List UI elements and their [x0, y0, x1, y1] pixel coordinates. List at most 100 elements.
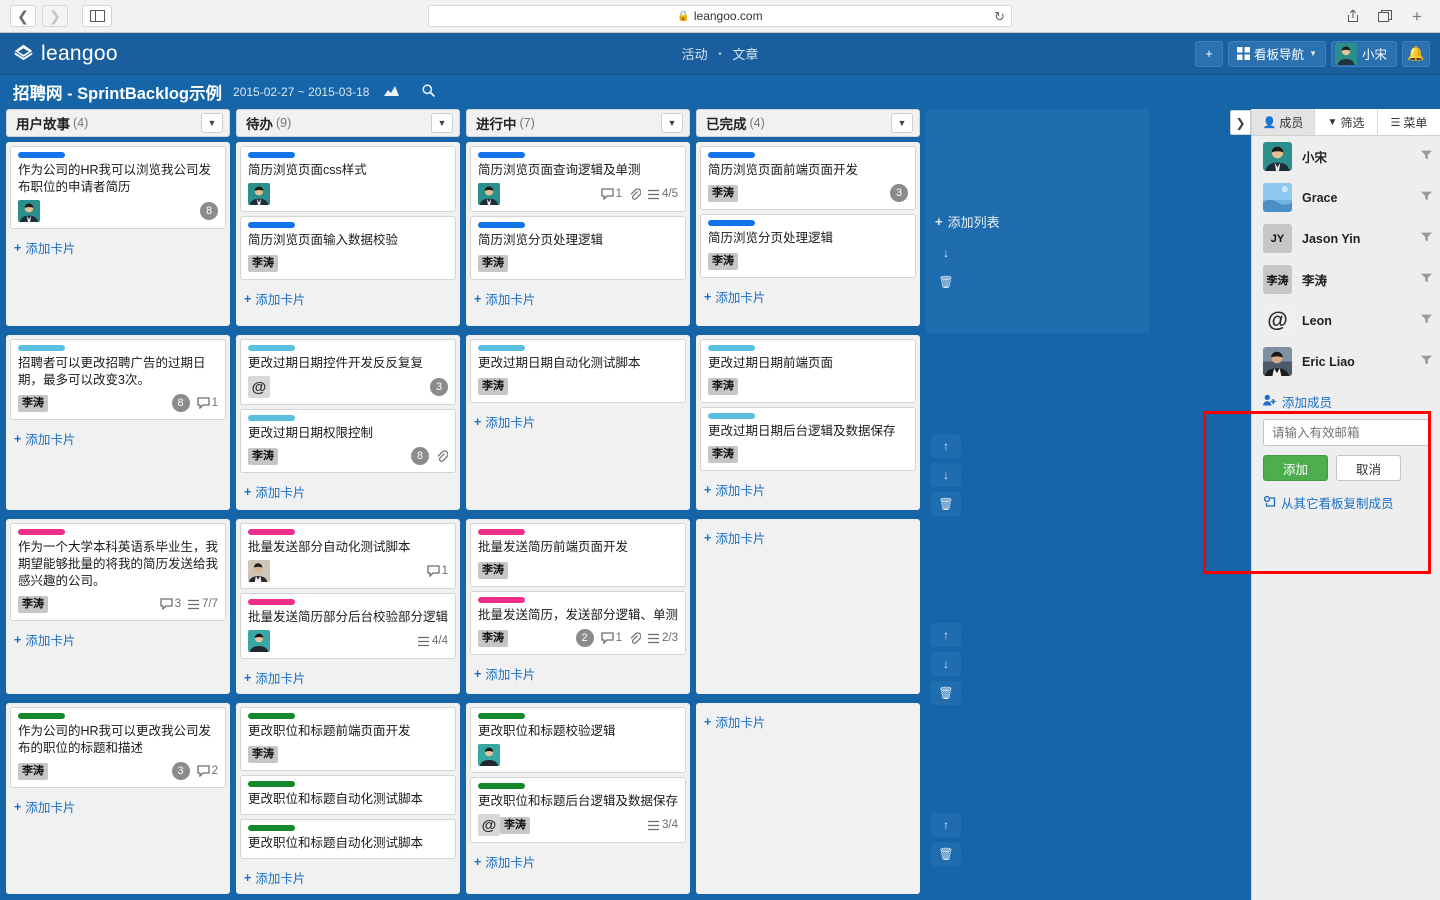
list-collapse-button[interactable]: ▼	[661, 113, 683, 133]
add-card-button[interactable]: + 添加卡片	[700, 475, 916, 502]
card[interactable]: 作为一个大学本科英语系毕业生，我期望能够批量的将我的简历发送给我感兴趣的公司。李…	[10, 523, 226, 621]
card[interactable]: 更改职位和标题校验逻辑	[470, 707, 686, 773]
nav-link-articles[interactable]: 文章	[732, 47, 758, 62]
member-filter-icon[interactable]	[1421, 355, 1432, 368]
member-filter-icon[interactable]	[1421, 232, 1432, 245]
card[interactable]: 简历浏览页面css样式	[240, 146, 456, 212]
member-row[interactable]: @ Leon	[1252, 300, 1440, 341]
move-lane-down-button[interactable]: ↓	[931, 652, 961, 676]
card[interactable]: 简历浏览分页处理逻辑 李涛	[470, 216, 686, 280]
card[interactable]: 更改过期日期控件开发反反复复 @3	[240, 339, 456, 405]
member-row[interactable]: 李涛 李涛	[1252, 259, 1440, 300]
card-attachment-icon	[629, 631, 641, 645]
delete-lane-button[interactable]: 🗑	[931, 492, 961, 516]
card[interactable]: 批量发送简历部分后台校验部分逻辑 4/4	[240, 593, 456, 659]
sidebar-toggle-button[interactable]	[82, 5, 112, 27]
member-filter-icon[interactable]	[1421, 314, 1432, 327]
add-card-button[interactable]: + 添加卡片	[10, 233, 226, 260]
add-card-button[interactable]: + 添加卡片	[240, 863, 456, 890]
back-button[interactable]: ❮	[10, 5, 36, 27]
copy-members-link[interactable]: 从其它看板复制成员	[1263, 493, 1429, 512]
add-card-button[interactable]: + 添加卡片	[470, 284, 686, 311]
add-card-button[interactable]: + 添加卡片	[700, 707, 916, 734]
list-collapse-button[interactable]: ▼	[201, 113, 223, 133]
forward-button[interactable]: ❯	[42, 5, 68, 27]
chart-icon[interactable]	[384, 85, 400, 100]
tab-members[interactable]: 👤 成员	[1252, 109, 1315, 135]
card[interactable]: 更改职位和标题自动化测试脚本	[240, 775, 456, 815]
card[interactable]: 作为公司的HR我可以浏览我公司发布职位的申请者简历 8	[10, 146, 226, 229]
list-collapse-button[interactable]: ▼	[431, 113, 453, 133]
member-row[interactable]: 小宋	[1252, 136, 1440, 177]
card[interactable]: 简历浏览页面查询逻辑及单测 1 4/5	[470, 146, 686, 212]
list-header[interactable]: 待办 (9) ▼	[236, 109, 460, 137]
delete-lane-button[interactable]: 🗑	[931, 842, 961, 866]
add-card-button[interactable]: + 添加卡片	[240, 663, 456, 690]
card[interactable]: 更改过期日期前端页面 李涛	[700, 339, 916, 403]
add-card-button[interactable]: + 添加卡片	[470, 659, 686, 686]
user-menu-button[interactable]: 小宋	[1330, 40, 1397, 67]
card[interactable]: 批量发送简历，发送部分逻辑、单测 李涛 2 1 2/3	[470, 591, 686, 655]
search-icon[interactable]	[422, 84, 436, 100]
move-lane-up-button[interactable]: ↑	[931, 813, 961, 837]
logo[interactable]: leangoo	[0, 42, 118, 66]
add-card-button[interactable]: + 添加卡片	[700, 523, 916, 550]
list-header[interactable]: 已完成 (4) ▼	[696, 109, 920, 137]
chevron-down-icon: ▼	[437, 118, 447, 128]
card[interactable]: 更改过期日期权限控制 李涛 8	[240, 409, 456, 473]
card[interactable]: 简历浏览页面输入数据校验 李涛	[240, 216, 456, 280]
add-card-button[interactable]: + 添加卡片	[470, 407, 686, 434]
move-lane-up-button[interactable]: ↑	[931, 434, 961, 458]
card[interactable]: 招聘者可以更改招聘广告的过期日期，最多可以改变3次。 李涛 8 1	[10, 339, 226, 420]
add-list-button[interactable]: + 添加列表	[926, 109, 1150, 333]
card[interactable]: 批量发送部分自动化测试脚本 1	[240, 523, 456, 589]
nav-link-activity[interactable]: 活动	[682, 47, 708, 62]
tab-menu[interactable]: ☰ 菜单	[1378, 109, 1440, 135]
tabs-button[interactable]	[1372, 5, 1398, 27]
add-card-button[interactable]: + 添加卡片	[240, 284, 456, 311]
add-card-button[interactable]: + 添加卡片	[10, 792, 226, 819]
list-header[interactable]: 用户故事 (4) ▼	[6, 109, 230, 137]
card[interactable]: 更改职位和标题自动化测试脚本	[240, 819, 456, 859]
add-card-button[interactable]: + 添加卡片	[240, 477, 456, 504]
member-filter-icon[interactable]	[1421, 150, 1432, 163]
card[interactable]: 更改职位和标题后台逻辑及数据保存 @ 李涛 3/4	[470, 777, 686, 843]
list-header[interactable]: 进行中 (7) ▼	[466, 109, 690, 137]
reload-icon[interactable]: ↻	[994, 9, 1005, 25]
add-button[interactable]: +	[1195, 40, 1224, 67]
member-row[interactable]: JY Jason Yin	[1252, 218, 1440, 259]
notifications-button[interactable]: 🔔	[1402, 40, 1430, 67]
delete-lane-button[interactable]: 🗑	[931, 681, 961, 705]
share-button[interactable]	[1340, 5, 1366, 27]
card[interactable]: 更改职位和标题前端页面开发 李涛	[240, 707, 456, 771]
card[interactable]: 简历浏览页面前端页面开发 李涛 3	[700, 146, 916, 210]
card[interactable]: 作为公司的HR我可以更改我公司发布的职位的标题和描述 李涛 3 2	[10, 707, 226, 788]
new-tab-button[interactable]: +	[1404, 5, 1430, 27]
member-filter-icon[interactable]	[1421, 191, 1432, 204]
add-member-cancel-button[interactable]: 取消	[1336, 455, 1401, 481]
board-nav-button[interactable]: 看板导航 ▼	[1228, 40, 1326, 67]
delete-lane-button[interactable]: 🗑	[931, 270, 961, 294]
email-input[interactable]	[1263, 419, 1429, 446]
board-scroll-area[interactable]: 用户故事 (4) ▼ 作为公司的HR我可以浏览我公司发布职位的申请者简历 8 + 添加卡片…	[0, 109, 1251, 900]
add-card-button[interactable]: + 添加卡片	[10, 625, 226, 652]
add-card-button[interactable]: + 添加卡片	[470, 847, 686, 874]
address-bar[interactable]: 🔒 leangoo.com ↻	[428, 5, 1012, 27]
card[interactable]: 更改过期日期后台逻辑及数据保存 李涛	[700, 407, 916, 471]
add-card-button[interactable]: + 添加卡片	[700, 282, 916, 309]
add-member-submit-button[interactable]: 添加	[1263, 455, 1328, 481]
tab-filter[interactable]: ▼ 筛选	[1315, 109, 1378, 135]
add-card-button[interactable]: + 添加卡片	[10, 424, 226, 451]
move-lane-down-button[interactable]: ↓	[931, 463, 961, 487]
card[interactable]: 更改过期日期自动化测试脚本 李涛	[470, 339, 686, 403]
member-row[interactable]: Grace	[1252, 177, 1440, 218]
card[interactable]: 简历浏览分页处理逻辑 李涛	[700, 214, 916, 278]
list-collapse-button[interactable]: ▼	[891, 113, 913, 133]
member-row[interactable]: Eric Liao	[1252, 341, 1440, 382]
card[interactable]: 批量发送简历前端页面开发 李涛	[470, 523, 686, 587]
move-lane-up-button[interactable]: ↑	[931, 623, 961, 647]
sidebar-collapse-button[interactable]: ❯	[1230, 110, 1251, 135]
move-lane-down-button[interactable]: ↓	[931, 241, 961, 265]
add-member-title[interactable]: 添加成员	[1263, 392, 1429, 411]
member-filter-icon[interactable]	[1421, 273, 1432, 286]
